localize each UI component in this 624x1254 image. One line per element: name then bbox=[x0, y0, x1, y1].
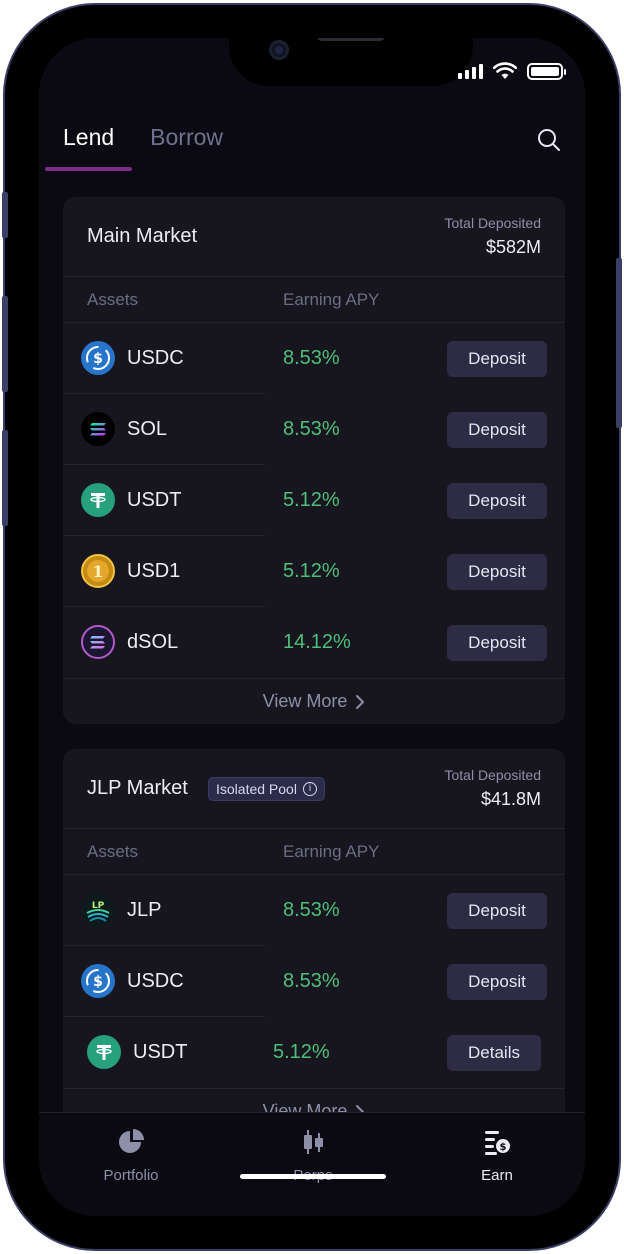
pie-chart-icon bbox=[119, 1129, 144, 1153]
bottom-nav: Portfolio Perps $ Earn bbox=[39, 1112, 585, 1216]
deposit-button[interactable]: Deposit bbox=[447, 412, 547, 448]
deposit-button[interactable]: Deposit bbox=[447, 893, 547, 929]
asset-apy: 8.53% bbox=[283, 970, 340, 992]
deposit-button[interactable]: Deposit bbox=[447, 554, 547, 590]
view-more-link[interactable]: View More bbox=[63, 678, 565, 724]
volume-down-button bbox=[2, 430, 8, 526]
asset-row-dsol[interactable]: dSOL 14.12% Deposit bbox=[63, 607, 565, 678]
dsol-icon bbox=[81, 625, 115, 659]
assets-column-header: Assets bbox=[87, 290, 139, 309]
nav-portfolio[interactable]: Portfolio bbox=[71, 1127, 191, 1184]
asset-apy: 8.53% bbox=[283, 347, 340, 369]
total-deposited-value: $582M bbox=[485, 237, 541, 257]
main-market-card: Main Market Total Deposited $582M Assets… bbox=[63, 197, 565, 724]
deposit-button[interactable]: Deposit bbox=[447, 341, 547, 377]
asset-row-usdt[interactable]: USDT 5.12% Deposit bbox=[63, 465, 565, 536]
home-indicator[interactable] bbox=[240, 1174, 386, 1179]
camera-icon bbox=[269, 40, 289, 60]
asset-row-usdt[interactable]: USDT 5.12% Details bbox=[63, 1017, 565, 1088]
asset-apy: 8.53% bbox=[283, 899, 340, 921]
usdt-icon bbox=[81, 483, 115, 517]
deposit-button[interactable]: Deposit bbox=[447, 483, 547, 519]
usdc-icon: $ bbox=[81, 341, 115, 375]
asset-name: USD1 bbox=[127, 560, 181, 582]
tab-lend[interactable]: Lend bbox=[44, 124, 133, 171]
main-market-header: Main Market Total Deposited $582M bbox=[63, 197, 565, 277]
badge-label: Isolated Pool bbox=[216, 781, 297, 797]
asset-name: JLP bbox=[127, 899, 162, 921]
nav-label: Portfolio bbox=[103, 1167, 159, 1184]
app-screen: Lend Borrow Main Market Total Deposited … bbox=[39, 38, 585, 1216]
svg-text:$: $ bbox=[93, 974, 103, 990]
apy-column-header: Earning APY bbox=[283, 842, 380, 861]
asset-name: dSOL bbox=[127, 631, 179, 653]
column-headers: Assets Earning APY bbox=[63, 829, 565, 875]
asset-name: SOL bbox=[127, 418, 168, 440]
search-icon[interactable] bbox=[537, 128, 561, 152]
usdt-icon bbox=[87, 1035, 121, 1069]
tab-borrow[interactable]: Borrow bbox=[150, 124, 223, 165]
usd1-icon: 1 bbox=[81, 554, 115, 588]
nav-earn[interactable]: $ Earn bbox=[437, 1127, 557, 1184]
asset-apy: 8.53% bbox=[283, 418, 340, 440]
deposit-button[interactable]: Deposit bbox=[447, 625, 547, 661]
market-title: Main Market bbox=[87, 225, 198, 247]
volume-up-button bbox=[2, 296, 8, 392]
asset-apy: 5.12% bbox=[273, 1041, 330, 1063]
cellular-signal-icon bbox=[458, 63, 483, 79]
asset-name: USDC bbox=[127, 347, 184, 369]
deposit-button[interactable]: Deposit bbox=[447, 964, 547, 1000]
assets-column-header: Assets bbox=[87, 842, 139, 861]
asset-name: USDC bbox=[127, 970, 184, 992]
asset-row-jlp[interactable]: LP JLP 8.53% Deposit bbox=[63, 875, 565, 946]
svg-text:1: 1 bbox=[92, 562, 103, 581]
usdc-icon: $ bbox=[81, 964, 115, 998]
column-headers: Assets Earning APY bbox=[63, 277, 565, 323]
asset-row-usd1[interactable]: 1 USD1 5.12% Deposit bbox=[63, 536, 565, 607]
jlp-market-header: JLP Market Isolated Pool i Total Deposit… bbox=[63, 749, 565, 829]
speaker bbox=[317, 38, 385, 41]
total-deposited-value: $41.8M bbox=[480, 789, 541, 809]
view-more-label: View More bbox=[262, 691, 348, 711]
total-deposited-label: Total Deposited bbox=[444, 215, 541, 231]
wifi-icon bbox=[493, 62, 517, 79]
nav-label: Earn bbox=[481, 1167, 513, 1184]
chevron-right-icon bbox=[356, 694, 365, 709]
apy-column-header: Earning APY bbox=[283, 290, 380, 309]
isolated-pool-badge[interactable]: Isolated Pool i bbox=[208, 777, 325, 801]
asset-row-usdc[interactable]: $ USDC 8.53% Deposit bbox=[63, 323, 565, 394]
candlestick-icon bbox=[304, 1130, 323, 1154]
earn-icon: $ bbox=[485, 1131, 510, 1155]
total-deposited-label: Total Deposited bbox=[444, 767, 541, 783]
battery-icon bbox=[527, 62, 566, 80]
action-button bbox=[2, 192, 8, 238]
lend-borrow-tabs: Lend Borrow bbox=[44, 124, 223, 171]
asset-apy: 5.12% bbox=[283, 489, 340, 511]
jlp-market-card: JLP Market Isolated Pool i Total Deposit… bbox=[63, 749, 565, 1149]
asset-apy: 14.12% bbox=[283, 631, 351, 653]
asset-name: USDT bbox=[133, 1041, 188, 1063]
svg-text:$: $ bbox=[500, 1142, 507, 1153]
sol-icon bbox=[81, 412, 115, 446]
info-icon: i bbox=[302, 782, 317, 796]
svg-text:$: $ bbox=[93, 351, 103, 367]
status-bar bbox=[458, 62, 566, 80]
market-title: JLP Market bbox=[87, 777, 188, 799]
jlp-icon: LP bbox=[81, 893, 115, 927]
asset-row-usdc[interactable]: $ USDC 8.53% Deposit bbox=[63, 946, 565, 1017]
notch bbox=[229, 38, 473, 86]
details-button[interactable]: Details bbox=[447, 1035, 541, 1071]
asset-name: USDT bbox=[127, 489, 182, 511]
asset-apy: 5.12% bbox=[283, 560, 340, 582]
asset-row-sol[interactable]: SOL 8.53% Deposit bbox=[63, 394, 565, 465]
power-button bbox=[616, 258, 622, 428]
